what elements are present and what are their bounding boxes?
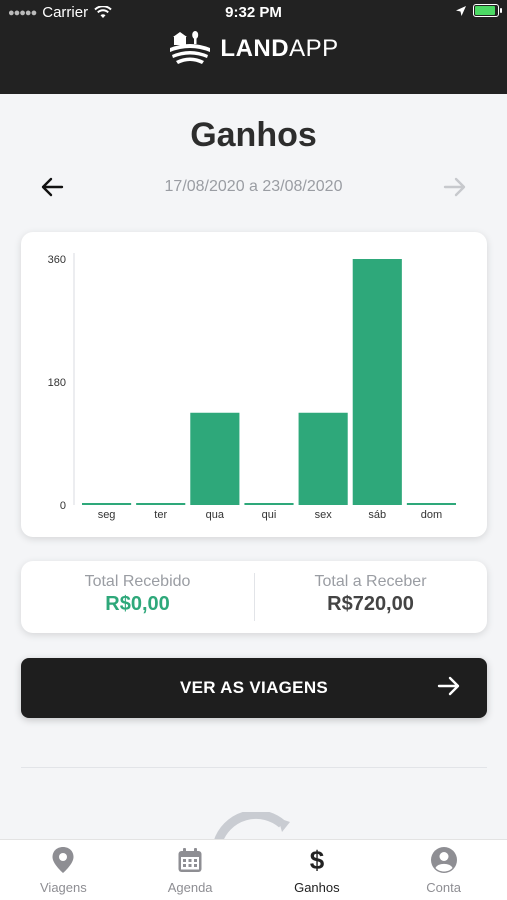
tab-agenda[interactable]: Agenda (127, 840, 254, 900)
bar-dom (406, 503, 456, 505)
dollar-icon: $ (310, 846, 325, 874)
earnings-chart-card: 0 180 360 seg ter qua qui sex sáb dom (21, 232, 487, 537)
tab-conta-label: Conta (426, 880, 461, 895)
total-received-label: Total Recebido (84, 573, 191, 590)
total-received: Total Recebido R$0,00 (21, 573, 254, 616)
date-navigation: 17/08/2020 a 23/08/2020 (0, 170, 507, 204)
app-brand: LANDAPP (0, 30, 507, 68)
section-divider (21, 767, 487, 768)
bar-ter (136, 503, 186, 505)
status-time: 9:32 PM (225, 4, 282, 21)
loading-illustration-icon (213, 812, 290, 842)
total-to-receive-label: Total a Receber (314, 573, 427, 590)
x-tick-label: ter (154, 509, 167, 521)
tab-agenda-label: Agenda (167, 880, 213, 895)
calendar-icon (178, 848, 202, 872)
x-tick-label: qua (206, 509, 225, 521)
x-tick-label: sáb (368, 509, 386, 521)
bar-sex (298, 412, 348, 505)
bar-qua (190, 412, 240, 505)
location-arrow-icon (456, 5, 466, 16)
total-to-receive-value: R$720,00 (327, 593, 414, 615)
map-pin-icon (52, 847, 74, 873)
bar-sáb (352, 259, 402, 505)
y-tick-label: 180 (48, 377, 66, 389)
bar-seg (82, 503, 132, 505)
app-name: LANDAPP (220, 35, 339, 62)
next-week-button[interactable] (435, 170, 475, 204)
tab-viagens-label: Viagens (40, 880, 87, 895)
view-trips-button[interactable]: VER AS VIAGENS (21, 658, 487, 718)
date-range: 17/08/2020 a 23/08/2020 (164, 178, 343, 195)
total-received-value: R$0,00 (105, 593, 170, 615)
y-tick-label: 360 (48, 254, 66, 266)
y-tick-label: 0 (60, 500, 66, 512)
arrow-right-icon (437, 676, 460, 696)
tab-viagens[interactable]: Viagens (0, 840, 127, 900)
bar-qui (244, 503, 294, 505)
bottom-tab-bar: Viagens Agenda $ Ganhos Conta (0, 839, 507, 900)
battery-icon (473, 4, 502, 17)
earnings-bar-chart: 0 180 360 seg ter qua qui sex sáb dom (48, 253, 456, 521)
tab-ganhos[interactable]: $ Ganhos (254, 840, 381, 900)
top-bar: ●●●●● Carrier 9:32 PM LANDAPP (0, 0, 507, 94)
tab-conta[interactable]: Conta (380, 840, 507, 900)
user-icon (430, 847, 457, 873)
farm-logo-icon (170, 31, 211, 64)
totals-card: Total Recebido R$0,00 Total a Receber R$… (21, 561, 487, 633)
page-title: Ganhos (190, 116, 317, 154)
status-bar: ●●●●● Carrier 9:32 PM (0, 0, 507, 26)
view-trips-label: VER AS VIAGENS (179, 678, 329, 697)
x-tick-label: seg (98, 509, 116, 521)
arrow-right-icon (443, 177, 466, 197)
tab-ganhos-label: Ganhos (294, 880, 340, 895)
total-to-receive: Total a Receber R$720,00 (254, 573, 487, 616)
x-tick-label: qui (262, 509, 277, 521)
x-tick-label: dom (421, 509, 442, 521)
svg-text:$: $ (310, 846, 325, 874)
x-tick-label: sex (315, 509, 333, 521)
